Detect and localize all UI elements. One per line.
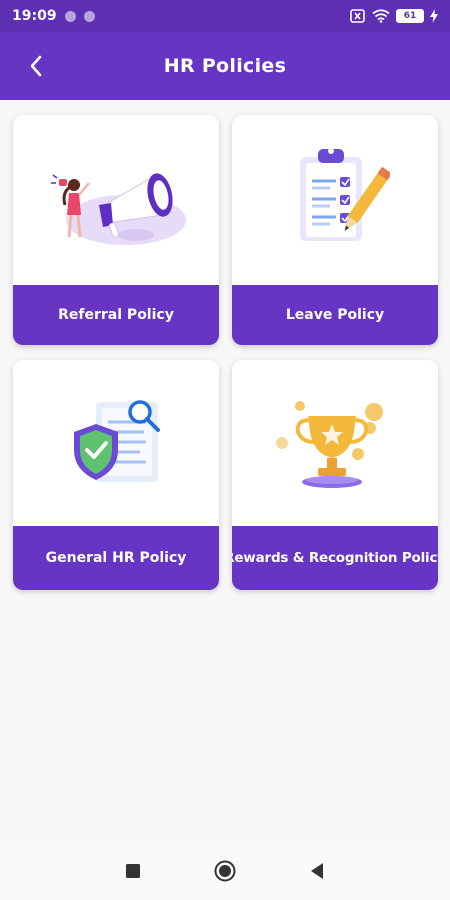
status-time: 19:09 bbox=[12, 8, 57, 24]
recent-apps-button[interactable] bbox=[122, 860, 144, 882]
trophy-illustration bbox=[276, 401, 383, 488]
battery-level: 61 bbox=[403, 11, 417, 21]
sim-error-icon bbox=[350, 9, 365, 23]
card-label: Rewards & Recognition Policy bbox=[232, 526, 438, 590]
home-button[interactable] bbox=[214, 860, 236, 882]
card-label: General HR Policy bbox=[13, 526, 219, 590]
square-icon bbox=[126, 864, 140, 878]
status-bar: 19:09 61 bbox=[0, 0, 450, 32]
status-left: 19:09 bbox=[12, 8, 95, 24]
page-title: HR Policies bbox=[163, 55, 287, 77]
referral-policy-card[interactable]: Referral Policy bbox=[13, 115, 219, 345]
megaphone-illustration bbox=[51, 173, 186, 245]
clipboard-checklist-illustration bbox=[300, 148, 390, 241]
rewards-recognition-policy-card[interactable]: Rewards & Recognition Policy bbox=[232, 360, 438, 590]
battery-icon: 61 bbox=[396, 9, 424, 23]
status-right: 61 bbox=[350, 9, 438, 23]
chevron-left-icon bbox=[30, 55, 42, 77]
card-label: Referral Policy bbox=[13, 285, 219, 345]
charging-icon bbox=[430, 9, 438, 23]
circle-home-icon bbox=[214, 860, 236, 882]
shield-document-illustration bbox=[74, 400, 160, 482]
back-button[interactable] bbox=[20, 50, 52, 82]
card-label: Leave Policy bbox=[232, 285, 438, 345]
back-nav-button[interactable] bbox=[306, 860, 328, 882]
leave-policy-card[interactable]: Leave Policy bbox=[232, 115, 438, 345]
triangle-back-icon bbox=[311, 863, 323, 879]
notification-dot-icon bbox=[64, 10, 76, 22]
card-illustration bbox=[13, 360, 219, 526]
wifi-icon bbox=[372, 9, 390, 23]
general-hr-policy-card[interactable]: General HR Policy bbox=[13, 360, 219, 590]
card-illustration bbox=[13, 115, 219, 285]
system-nav-bar bbox=[0, 840, 450, 900]
notification-dot-icon bbox=[83, 10, 95, 22]
card-illustration bbox=[232, 115, 438, 285]
card-illustration bbox=[232, 360, 438, 526]
app-bar: HR Policies bbox=[0, 32, 450, 100]
